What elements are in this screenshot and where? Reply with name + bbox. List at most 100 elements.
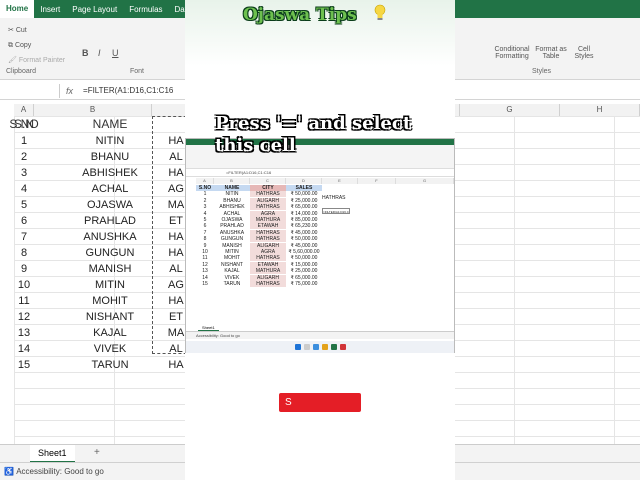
mini-cell: HATHRAS (250, 236, 286, 243)
mini-column-d: D (286, 178, 322, 184)
cell-name[interactable]: BHANU (60, 149, 160, 165)
format-painter-button[interactable]: 🖌 Format Painter (8, 56, 65, 64)
cell-name[interactable]: ACHAL (60, 181, 160, 197)
video-overlay: Ojaswa Tips =FILTER(A1:D16,C1:C16 ABCDEF… (185, 0, 455, 480)
lightbulb-icon (374, 4, 386, 20)
mini-cell: AGRA (250, 249, 286, 255)
format-as-table-button[interactable]: Format as Table (534, 46, 568, 60)
mini-header-sales: SALES (286, 185, 322, 191)
mini-cell: ₹ 65,000.00 (290, 204, 318, 211)
mini-cell: 4 (203, 210, 207, 217)
edge-icon[interactable] (312, 344, 319, 350)
mini-hathras-result: HATHRAS (322, 195, 346, 201)
mini-cell: ₹ 5,60,000.00 (288, 249, 320, 255)
search-icon[interactable] (303, 344, 310, 350)
mini-formula-bar: =FILTER(A1:D16,C1:C16 (186, 169, 454, 177)
add-sheet-icon[interactable]: + (94, 447, 100, 458)
mini-cell: ₹ 85,000.00 (290, 217, 318, 223)
mini-cell: ₹ 65,230.00 (290, 223, 318, 230)
name-box[interactable] (0, 83, 60, 98)
tab-insert[interactable]: Insert (34, 5, 66, 14)
cell-sno[interactable]: 14 (0, 341, 48, 357)
header-name[interactable]: NAME (60, 116, 160, 132)
mini-cell: 1 (203, 191, 207, 198)
cell-styles-button[interactable]: Cell Styles (570, 46, 598, 60)
cell-name[interactable]: MITIN (60, 277, 160, 293)
mini-header-city: CITY (250, 185, 286, 191)
cell-sno[interactable]: 1 (0, 133, 48, 149)
cell-name[interactable]: TARUN (60, 357, 160, 373)
mini-column-c: C (250, 178, 286, 184)
mini-cell: HATHRAS (250, 255, 286, 262)
app-icon[interactable] (339, 344, 346, 350)
cell-sno[interactable]: 12 (0, 309, 48, 325)
cell-sno[interactable]: 9 (0, 261, 48, 277)
cell-name[interactable]: OJASWA (60, 197, 160, 213)
mini-cell: BHANU (223, 197, 241, 204)
column-header-g[interactable]: G (460, 104, 560, 116)
mini-cell: MANISH (222, 242, 242, 249)
mini-cell: HATHRAS (250, 204, 286, 211)
mini-cell: ETAWAH (250, 223, 286, 230)
header-sno-label[interactable]: S.NO (0, 116, 48, 132)
cell-sno[interactable]: 15 (0, 357, 48, 373)
tab-home[interactable]: Home (0, 0, 35, 18)
cell-sno[interactable]: 7 (0, 229, 48, 245)
cell-name[interactable]: NISHANT (60, 309, 160, 325)
fx-icon[interactable]: fx (66, 86, 73, 96)
column-header-b[interactable]: B (34, 104, 152, 116)
tab-page-layout[interactable]: Page Layout (66, 5, 123, 14)
mini-cell: TARUN (223, 281, 241, 287)
mini-column-f: F (358, 178, 396, 184)
cell-sno[interactable]: 10 (0, 277, 48, 293)
cell-sno[interactable]: 13 (0, 325, 48, 341)
cell-city-partial[interactable]: HA (166, 357, 186, 373)
cell-name[interactable]: GUNGUN (60, 245, 160, 261)
folder-icon[interactable] (321, 344, 328, 350)
cell-name[interactable]: ANUSHKA (60, 229, 160, 245)
column-header-h[interactable]: H (560, 104, 640, 116)
styles-group-label: Styles (532, 68, 552, 75)
cell-sno[interactable]: 6 (0, 213, 48, 229)
column-header-a[interactable]: A (14, 104, 34, 116)
cell-name[interactable]: KAJAL (60, 325, 160, 341)
mini-cell: 9 (203, 242, 207, 249)
cell-name[interactable]: VIVEK (60, 341, 160, 357)
cell-sno[interactable]: 5 (0, 197, 48, 213)
mini-cell: MITIN (225, 249, 239, 255)
bold-icon[interactable]: B (82, 48, 89, 58)
windows-start-icon[interactable] (294, 344, 301, 350)
embedded-excel-screenshot: =FILTER(A1:D16,C1:C16 ABCDEFG S.NO NAME CI… (185, 138, 455, 353)
mini-cell: ₹ 50,000.00 (290, 255, 318, 262)
conditional-formatting-button[interactable]: Conditional Formatting (490, 46, 534, 60)
mini-cell: ₹ 25,000.00 (290, 197, 318, 204)
scissors-icon: ✂ (8, 27, 16, 34)
mini-cell: 2 (203, 197, 207, 204)
mini-cell: ALIGARH (250, 242, 286, 249)
excel-icon[interactable] (330, 344, 337, 350)
mini-cell: PRAHLAD (220, 223, 244, 230)
cell-name[interactable]: MANISH (60, 261, 160, 277)
cell-name[interactable]: PRAHLAD (60, 213, 160, 229)
copy-button[interactable]: ⧉ Copy (8, 42, 31, 50)
mini-cell: 8 (203, 236, 207, 243)
cell-sno[interactable]: 3 (0, 165, 48, 181)
cell-sno[interactable]: 2 (0, 149, 48, 165)
cell-name[interactable]: NITIN (60, 133, 160, 149)
cell-sno[interactable]: 8 (0, 245, 48, 261)
italic-icon[interactable]: I (98, 48, 101, 58)
cell-name[interactable]: ABHISHEK (60, 165, 160, 181)
underline-icon[interactable]: U (112, 48, 119, 58)
cell-sno[interactable]: 11 (0, 293, 48, 309)
sheet-tab-sheet1[interactable]: Sheet1 (30, 445, 75, 463)
tab-formulas[interactable]: Formulas (123, 5, 168, 14)
mini-cell: ₹ 15,000.00 (290, 261, 318, 268)
mini-column-b: B (214, 178, 250, 184)
cell-sno[interactable]: 4 (0, 181, 48, 197)
mini-cell: ₹ 50,000.00 (290, 236, 318, 243)
cell-name[interactable]: MOHIT (60, 293, 160, 309)
cut-button[interactable]: ✂ Cut (8, 26, 27, 34)
formula-input[interactable]: =FILTER(A1:D16,C1:C16 (83, 86, 173, 95)
mini-cell: 13 (202, 268, 208, 275)
brand-title: Ojaswa Tips (243, 5, 357, 25)
